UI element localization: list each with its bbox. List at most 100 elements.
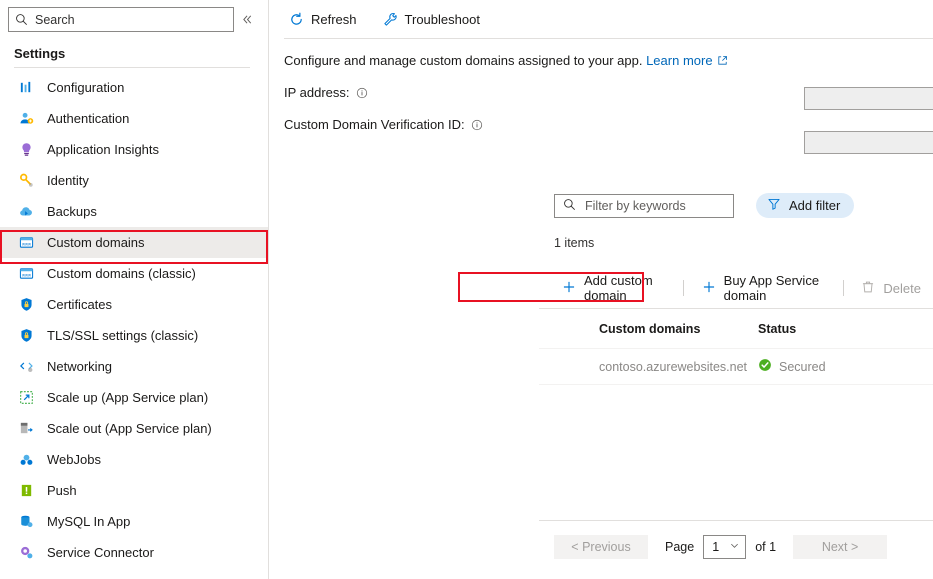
service-connector-icon: [18, 544, 35, 561]
search-placeholder: Search: [35, 13, 75, 27]
sidebar-item-label: WebJobs: [47, 452, 101, 467]
sidebar-search-row: Search: [0, 0, 268, 32]
sidebar-item-label: Identity: [47, 173, 89, 188]
sidebar-item-authentication[interactable]: Authentication: [0, 103, 268, 134]
configuration-icon: [18, 79, 35, 96]
sidebar-item-scale-up[interactable]: Scale up (App Service plan): [0, 382, 268, 413]
verification-id-label: Custom Domain Verification ID:: [284, 117, 465, 132]
wrench-icon: [383, 12, 398, 27]
custom-domains-table: Custom domains Status Solution contoso.a…: [539, 309, 933, 385]
add-filter-button[interactable]: Add filter: [756, 193, 854, 218]
sidebar-item-webjobs[interactable]: WebJobs: [0, 444, 268, 475]
add-custom-domain-button[interactable]: Add custom domain: [554, 277, 677, 299]
external-link-icon: [717, 54, 728, 69]
table-row[interactable]: contoso.azurewebsites.net Secured -: [539, 348, 933, 385]
sidebar-item-service-connector[interactable]: Service Connector: [0, 537, 268, 568]
scale-up-icon: [18, 389, 35, 406]
sidebar-item-label: Custom domains: [47, 235, 145, 250]
filter-row: Filter by keywords Add filter: [554, 193, 854, 218]
chevron-down-icon: [729, 540, 740, 554]
sidebar: Search Settings Configuration: [0, 0, 269, 579]
status-label: Secured: [779, 360, 826, 374]
main-content: Refresh Troubleshoot Configure and manag…: [269, 0, 933, 579]
column-header-status[interactable]: Status: [758, 322, 933, 336]
sidebar-item-configuration[interactable]: Configuration: [0, 72, 268, 103]
sidebar-item-label: Scale up (App Service plan): [47, 390, 208, 405]
column-header-custom-domains[interactable]: Custom domains: [539, 322, 758, 336]
sidebar-item-label: MySQL In App: [47, 514, 130, 529]
funnel-icon: [767, 197, 781, 214]
page-selector-group: Page 1 of 1: [665, 535, 776, 559]
add-custom-domain-label: Add custom domain: [584, 273, 665, 303]
sidebar-item-label: Backups: [47, 204, 97, 219]
page-number-select[interactable]: 1: [703, 535, 746, 559]
trash-icon: [861, 280, 875, 297]
search-icon: [15, 13, 28, 26]
sidebar-section-title: Settings: [0, 32, 268, 67]
sidebar-item-label: Application Insights: [47, 142, 159, 157]
pagination: < Previous Page 1 of 1 Next >: [554, 535, 887, 559]
buy-app-service-domain-button[interactable]: Buy App Service domain: [690, 277, 837, 299]
sidebar-item-custom-domains[interactable]: www Custom domains: [0, 227, 268, 258]
svg-text:www: www: [22, 242, 31, 247]
svg-text:www: www: [22, 273, 31, 278]
table-header-row: Custom domains Status Solution: [539, 309, 933, 348]
refresh-label: Refresh: [311, 12, 357, 27]
custom-domains-classic-icon: www: [18, 265, 35, 282]
next-page-button[interactable]: Next >: [793, 535, 887, 559]
items-count: 1 items: [554, 236, 594, 250]
filter-keywords-input[interactable]: Filter by keywords: [554, 194, 734, 218]
refresh-icon: [289, 12, 304, 27]
refresh-button[interactable]: Refresh: [286, 5, 360, 33]
description-text: Configure and manage custom domains assi…: [284, 53, 642, 68]
sidebar-item-push[interactable]: Push: [0, 475, 268, 506]
cell-status: Secured: [758, 358, 933, 375]
sidebar-item-certificates[interactable]: Certificates: [0, 289, 268, 320]
page-number-value: 1: [712, 540, 719, 554]
sidebar-item-label: Certificates: [47, 297, 112, 312]
custom-domains-icon: www: [18, 234, 35, 251]
azure-portal-screen: Search Settings Configuration: [0, 0, 933, 579]
add-filter-label: Add filter: [789, 198, 840, 213]
check-circle-icon: [758, 358, 772, 375]
sidebar-item-scale-out[interactable]: Scale out (App Service plan): [0, 413, 268, 444]
verification-id-label-group: Custom Domain Verification ID:: [284, 117, 483, 132]
info-icon[interactable]: [356, 87, 368, 99]
troubleshoot-label: Troubleshoot: [405, 12, 480, 27]
toolbar-separator: [683, 280, 684, 296]
sidebar-item-backups[interactable]: Backups: [0, 196, 268, 227]
delete-button[interactable]: Delete: [849, 277, 933, 299]
backups-cloud-icon: [18, 203, 35, 220]
table-command-bar: Add custom domain Buy App Service domain…: [554, 277, 933, 299]
sidebar-item-networking[interactable]: Networking: [0, 351, 268, 382]
troubleshoot-button[interactable]: Troubleshoot: [380, 5, 483, 33]
sidebar-item-label: Configuration: [47, 80, 124, 95]
search-input[interactable]: Search: [8, 7, 234, 32]
verification-id-row: Custom Domain Verification ID:: [269, 117, 933, 132]
sidebar-item-identity[interactable]: Identity: [0, 165, 268, 196]
ip-address-label-group: IP address:: [284, 85, 368, 100]
learn-more-link[interactable]: Learn more: [646, 53, 712, 68]
sidebar-item-label: Authentication: [47, 111, 129, 126]
sidebar-item-label: Custom domains (classic): [47, 266, 196, 281]
cell-custom-domain: contoso.azurewebsites.net: [539, 360, 758, 374]
verification-id-input[interactable]: [804, 131, 933, 154]
mysql-in-app-icon: [18, 513, 35, 530]
ip-address-label: IP address:: [284, 85, 350, 100]
sidebar-item-application-insights[interactable]: Application Insights: [0, 134, 268, 165]
previous-page-button[interactable]: < Previous: [554, 535, 648, 559]
footer-divider: [539, 520, 933, 521]
sidebar-item-label: TLS/SSL settings (classic): [47, 328, 198, 343]
sidebar-item-mysql-in-app[interactable]: MySQL In App: [0, 506, 268, 537]
identity-key-icon: [18, 172, 35, 189]
ip-address-input[interactable]: [804, 87, 933, 110]
search-icon: [563, 198, 576, 214]
sidebar-item-custom-domains-classic[interactable]: www Custom domains (classic): [0, 258, 268, 289]
info-icon[interactable]: [471, 119, 483, 131]
sidebar-item-tls-ssl-settings-classic[interactable]: TLS/SSL settings (classic): [0, 320, 268, 351]
collapse-sidebar-button[interactable]: [234, 7, 260, 32]
tls-ssl-shield-icon: [18, 327, 35, 344]
buy-app-service-domain-label: Buy App Service domain: [724, 273, 825, 303]
command-bar: Refresh Troubleshoot: [269, 0, 933, 38]
toolbar-separator: [843, 280, 844, 296]
